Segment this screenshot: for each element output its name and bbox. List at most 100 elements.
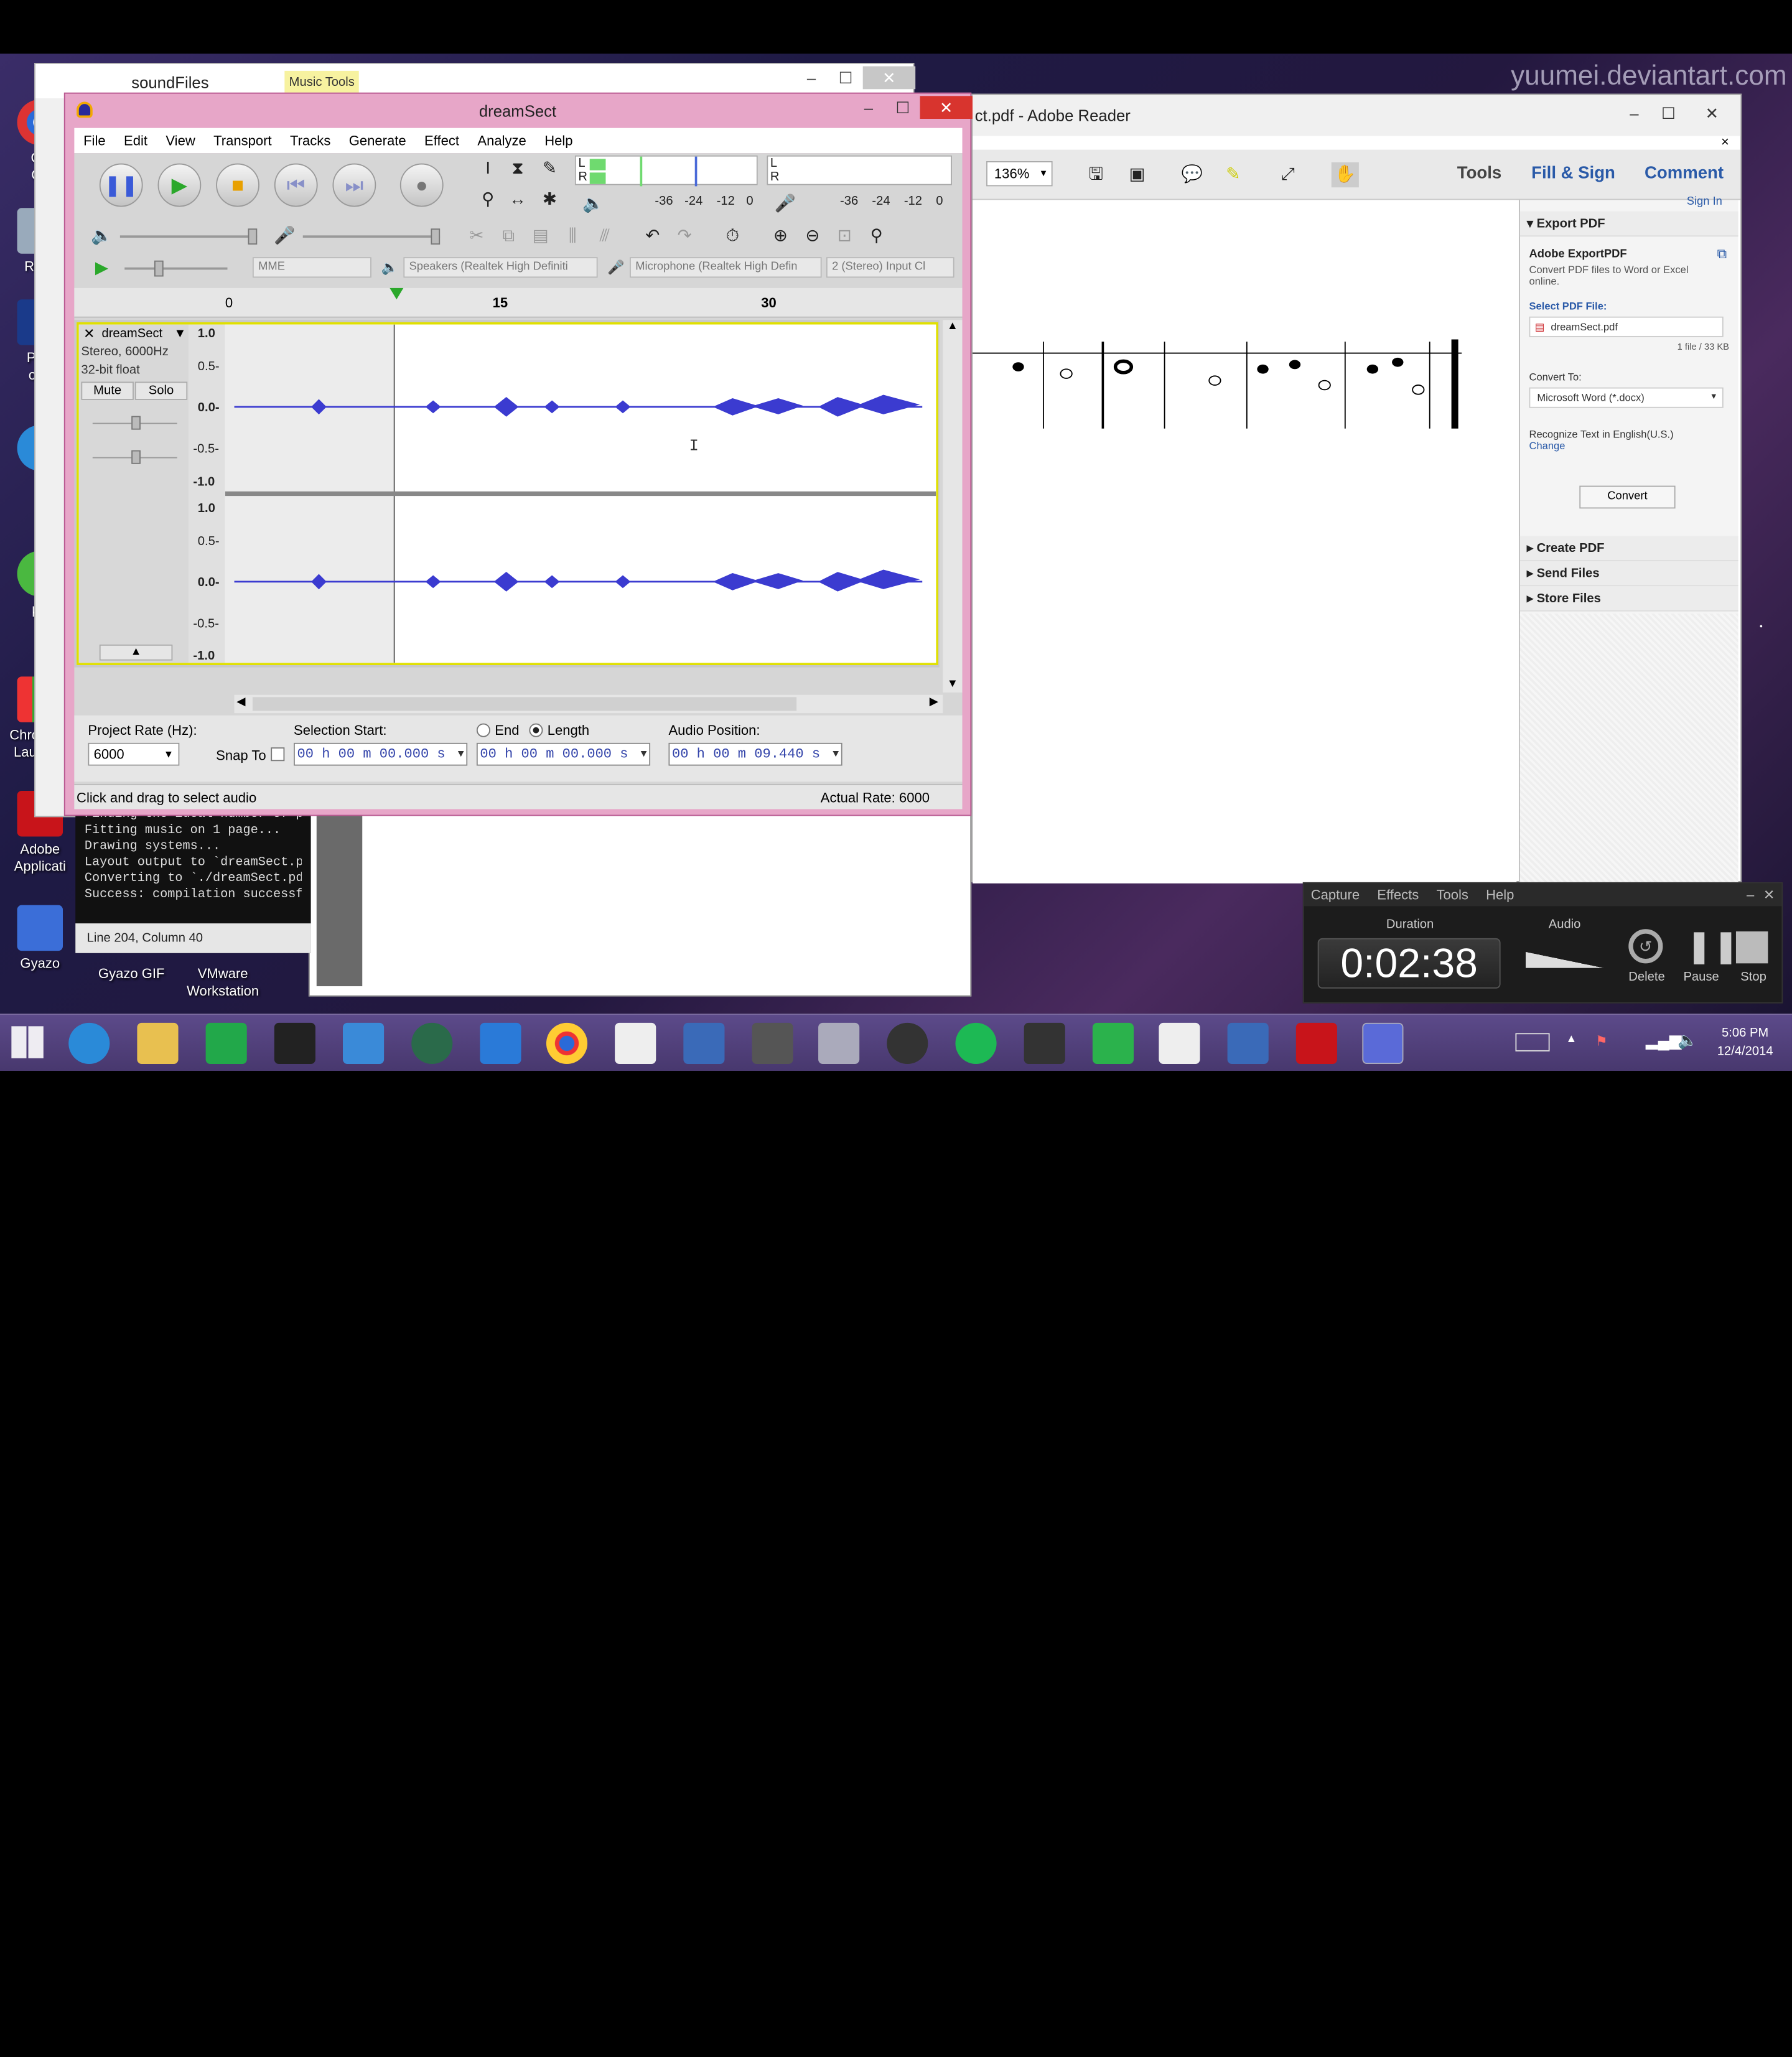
menu-transport[interactable]: Transport [204,128,281,153]
slider-thumb[interactable] [154,260,164,277]
waveform-area[interactable]: I [225,324,936,663]
close-icon[interactable]: ✕ [862,66,916,90]
horizontal-scrollbar[interactable]: ◀ ▶ [234,694,943,714]
paste-icon[interactable]: ▤ [527,224,554,249]
maximize-icon[interactable]: ☐ [885,96,920,119]
pause-icon[interactable]: ❚❚ [1686,928,1739,963]
menu-file[interactable]: File [74,128,114,153]
play-at-speed-icon[interactable]: ▶ [88,256,115,281]
apps-grid-icon[interactable] [615,1022,656,1064]
scroll-down-icon[interactable]: ▼ [943,678,962,690]
pen-app-icon[interactable] [683,1022,725,1064]
play-button[interactable]: ▶ [157,163,202,207]
minimize-icon[interactable]: ‒ [1617,101,1651,124]
minimize-icon[interactable]: ‒ [851,96,885,119]
highlight-icon[interactable]: ✎ [1220,162,1247,187]
m-app-icon[interactable] [480,1022,521,1064]
zoom-tool-icon[interactable]: ⚲ [474,187,502,212]
skip-end-button[interactable]: ⏭ [332,163,376,207]
fullscreen-icon[interactable]: ⤢ [1274,162,1302,187]
copy-icon[interactable]: ⧉ [495,224,522,249]
camtasia-icon[interactable] [1092,1022,1134,1064]
desktop-icon-vmware[interactable]: VMware Workstation [183,966,263,1000]
store-icon[interactable] [205,1022,247,1064]
mute-button[interactable]: Mute [81,381,134,400]
slider-thumb[interactable] [248,228,258,245]
start-button[interactable] [11,1026,44,1058]
flag-icon[interactable]: ⚑ [1595,1033,1608,1049]
close-icon[interactable]: ✕ [920,96,973,119]
pause-button[interactable]: Pause [1683,970,1719,984]
output-volume-slider[interactable] [119,228,258,245]
track-name-button[interactable]: dreamSect ▼ [100,325,189,343]
sync-lock-icon[interactable]: ⏱ [719,224,746,249]
adobe-reader-icon[interactable] [1295,1022,1337,1064]
undo-icon[interactable]: ↶ [639,224,666,249]
redo-icon[interactable]: ↷ [671,224,698,249]
export-icon[interactable]: ⧉ [1717,246,1727,263]
microphone-icon[interactable]: 🎤 [772,192,799,217]
menu-effects[interactable]: Effects [1377,887,1419,903]
comment-icon[interactable]: 💬 [1178,162,1206,187]
close-icon[interactable]: ✕ [1686,101,1738,124]
length-radio[interactable] [529,723,543,737]
zoom-out-icon[interactable]: ⊖ [799,224,826,249]
image-app-icon[interactable] [818,1022,860,1064]
save-icon[interactable]: 🖫 [1082,162,1109,187]
audio-level-slider[interactable] [1525,951,1603,968]
playhead-marker[interactable] [390,287,404,300]
zoom-box[interactable]: 136% ▼ [986,161,1053,187]
menu-tools[interactable]: Tools [1436,887,1468,903]
speaker-icon[interactable]: 🔈 [579,192,607,217]
desktop-icon-gyazo-gif[interactable]: Gyazo GIF [91,966,172,983]
envelope-tool-icon[interactable]: ⧗ [504,157,531,182]
github-icon[interactable] [887,1022,928,1064]
change-link[interactable]: Change [1529,440,1566,451]
menu-tracks[interactable]: Tracks [281,128,340,153]
cut-icon[interactable]: ✂ [463,224,490,249]
internet-explorer-icon[interactable] [68,1022,110,1064]
project-rate-select[interactable]: 6000 ▼ [88,742,180,766]
audacity-icon[interactable] [1362,1022,1404,1064]
scroll-up-icon[interactable]: ▲ [943,320,962,332]
play-speed-slider[interactable] [124,260,228,277]
film-icon[interactable] [752,1022,793,1064]
tab-comment[interactable]: Comment [1645,164,1724,183]
trim-icon[interactable]: ⫼ [559,224,586,249]
input-channels-select[interactable]: 2 (Stereo) Input Cl [826,257,954,278]
audio-host-select[interactable]: MME [252,257,371,278]
desktop-icon-gyazo[interactable]: Gyazo [0,905,80,973]
sublime-icon[interactable] [1024,1022,1065,1064]
export-pdf-header[interactable]: ▾ Export PDF [1519,211,1738,237]
menu-edit[interactable]: Edit [114,128,156,153]
explorer-ribbon-tab[interactable]: Music Tools [284,70,360,94]
store-files-section[interactable]: ▸ Store Files [1519,586,1738,612]
keyboard-icon[interactable] [1515,1033,1550,1052]
menu-help[interactable]: Help [1486,887,1514,903]
timeshift-tool-icon[interactable]: ↔ [504,187,531,212]
delete-icon[interactable]: ↺ [1628,929,1663,964]
menu-help[interactable]: Help [536,128,582,153]
pause-button[interactable]: ❚❚ [99,163,143,207]
create-pdf-section[interactable]: ▸ Create PDF [1519,536,1738,561]
fit-project-icon[interactable]: ⚲ [863,224,890,249]
hand-tool-icon[interactable]: ✋ [1331,162,1359,188]
minimize-icon[interactable]: ‒ [795,67,829,90]
vertical-scrollbar[interactable]: ▲ ▼ [943,320,963,693]
selection-tool-icon[interactable]: I [474,157,502,182]
send-files-section[interactable]: ▸ Send Files [1519,561,1738,587]
convert-to-select[interactable]: Microsoft Word (*.docx) ▼ [1529,387,1724,408]
gain-slider[interactable] [92,416,177,430]
selection-length-field[interactable]: 00 h 00 m 00.000 s ▼ [476,742,651,766]
scroll-left-icon[interactable]: ◀ [236,696,245,709]
input-device-select[interactable]: Microphone (Realtek High Defin [630,257,822,278]
app-icon[interactable] [274,1022,315,1064]
pan-slider[interactable] [92,450,177,464]
stop-icon[interactable] [1735,931,1768,964]
spotify-icon[interactable] [955,1022,997,1064]
selection-start-field[interactable]: 00 h 00 m 00.000 s ▼ [294,742,468,766]
monitor-icon[interactable] [343,1022,385,1064]
skip-start-button[interactable]: ⏮ [274,163,318,207]
python-icon[interactable] [1227,1022,1269,1064]
tab-fill-sign[interactable]: Fill & Sign [1531,164,1615,183]
